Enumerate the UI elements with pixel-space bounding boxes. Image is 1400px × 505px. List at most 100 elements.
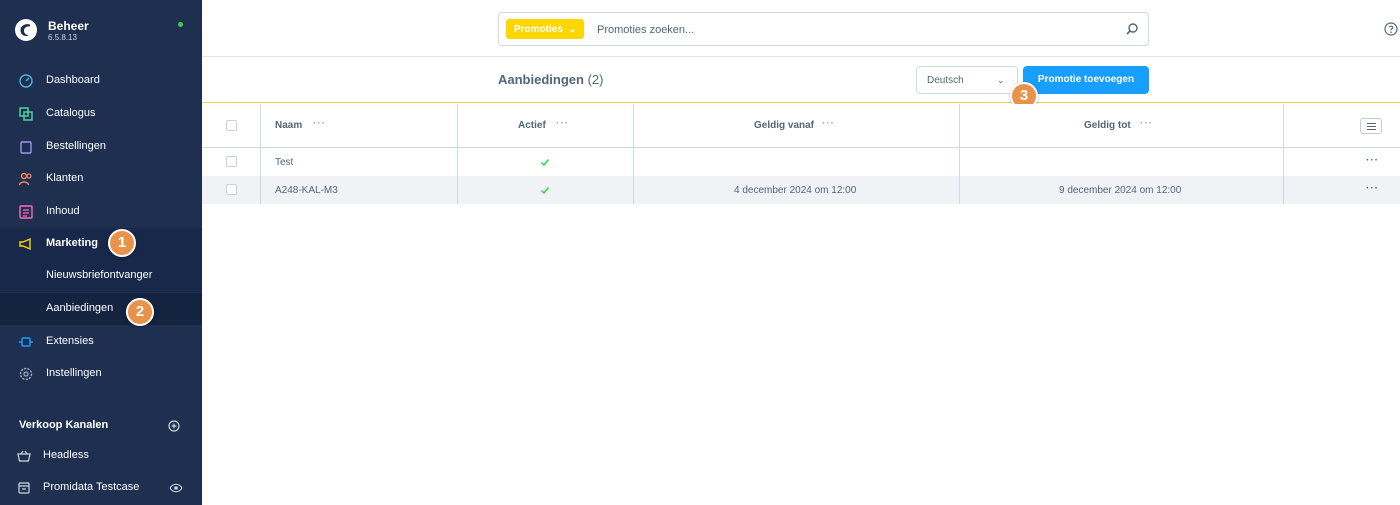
sidebar-item-label: Instellingen <box>46 367 102 379</box>
menu-icon <box>1367 123 1376 130</box>
row-select-cell <box>202 176 261 204</box>
sidebar-item-catalogus[interactable]: Catalogus <box>0 98 202 130</box>
cell-text: Test <box>275 157 294 168</box>
megaphone-icon <box>19 237 31 251</box>
cell-text: 9 december 2024 om 12:00 <box>1059 185 1182 196</box>
cell-text: A248-KAL-M3 <box>275 185 338 196</box>
column-menu-icon[interactable]: ··· <box>313 118 326 129</box>
eye-icon[interactable] <box>169 482 183 494</box>
language-select-value: Deutsch <box>927 75 964 86</box>
sidebar-item-nieuwsbriefontvanger[interactable]: Nieuwsbriefontvanger <box>0 260 202 292</box>
language-select[interactable]: Deutsch ⌄ <box>916 66 1018 94</box>
page-title-count: (2) <box>587 72 604 87</box>
help-icon[interactable] <box>1384 22 1398 36</box>
column-header-geldig-tot[interactable]: Geldig tot ··· <box>960 104 1284 148</box>
table-row[interactable]: A248-KAL-M3 4 december 2024 om 12:00 9 d… <box>202 176 1400 204</box>
sidebar-item-label: Klanten <box>46 172 84 184</box>
step-badge-1: 1 <box>108 229 136 257</box>
cell-actief <box>458 148 634 176</box>
sidebar-item-bestellingen[interactable]: Bestellingen <box>0 131 202 163</box>
plug-icon <box>19 337 33 347</box>
gear-icon <box>19 367 33 381</box>
cell-geldig-tot: 9 december 2024 om 12:00 <box>960 176 1284 204</box>
global-search[interactable]: Promoties ⌄ <box>498 12 1149 46</box>
column-header-geldig-vanaf[interactable]: Geldig vanaf ··· <box>634 104 960 148</box>
brand-version: 6.5.8.13 <box>48 33 77 42</box>
sales-channel-headless[interactable]: Headless <box>0 441 202 471</box>
add-promotion-button[interactable]: Promotie toevoegen <box>1023 66 1149 94</box>
content-icon <box>19 205 33 219</box>
shopware-logo-icon <box>15 19 37 41</box>
cell-geldig-tot <box>960 148 1284 176</box>
sidebar-item-label: Inhoud <box>46 205 80 217</box>
column-header-actief[interactable]: Actief ··· <box>458 104 634 148</box>
chevron-down-icon: ⌄ <box>568 24 577 34</box>
sales-channels-title: Verkoop Kanalen <box>19 419 109 431</box>
smart-bar: Aanbiedingen (2) Deutsch ⌄ Promotie toev… <box>202 57 1400 110</box>
column-menu-icon[interactable]: ··· <box>1140 118 1153 129</box>
users-icon <box>18 172 32 186</box>
bag-icon <box>20 141 32 154</box>
sidebar-item-instellingen[interactable]: Instellingen <box>0 358 202 390</box>
sidebar-item-extensies[interactable]: Extensies <box>0 326 202 358</box>
sidebar-item-inhoud[interactable]: Inhoud <box>0 196 202 228</box>
sidebar-item-klanten[interactable]: Klanten <box>0 163 202 195</box>
column-label: Naam <box>275 120 303 131</box>
sidebar: Beheer 6.5.8.13 Dashboard Catalogus Best… <box>0 0 202 505</box>
table-row[interactable]: Test ··· <box>202 148 1400 176</box>
column-label: Geldig vanaf <box>754 120 815 131</box>
sales-channel-label: Headless <box>43 449 89 461</box>
storefront-icon <box>18 482 30 494</box>
row-actions-icon[interactable]: ··· <box>1366 183 1379 194</box>
sidebar-item-dashboard[interactable]: Dashboard <box>0 65 202 97</box>
basket-icon <box>17 450 31 462</box>
column-label: Geldig tot <box>1084 120 1131 131</box>
sidebar-item-label: Aanbiedingen <box>46 302 114 314</box>
select-all-checkbox[interactable] <box>226 120 237 131</box>
cell-geldig-vanaf <box>634 148 960 176</box>
sidebar-item-label: Dashboard <box>46 74 100 86</box>
select-all-cell <box>202 104 261 148</box>
step-badge-2: 2 <box>126 298 154 326</box>
sidebar-item-label: Bestellingen <box>46 140 106 152</box>
row-checkbox[interactable] <box>226 184 237 195</box>
brand-name: Beheer <box>48 19 89 33</box>
column-menu-icon[interactable]: ··· <box>822 118 835 129</box>
sidebar-item-label: Marketing <box>46 237 98 249</box>
search-icon[interactable] <box>1125 22 1139 36</box>
sales-channel-label: Promidata Testcase <box>43 481 140 493</box>
search-type-selector[interactable]: Promoties ⌄ <box>506 19 585 39</box>
page-title: Aanbiedingen (2) <box>498 72 603 87</box>
column-menu-icon[interactable]: ··· <box>556 118 569 129</box>
products-icon <box>19 107 33 121</box>
cell-naam: A248-KAL-M3 <box>261 176 458 204</box>
chevron-down-icon: ⌄ <box>997 75 1005 85</box>
row-checkbox[interactable] <box>226 156 237 167</box>
row-select-cell <box>202 148 261 176</box>
check-icon <box>540 159 550 167</box>
sidebar-item-label: Nieuwsbriefontvanger <box>46 269 153 281</box>
sales-channel-promidata[interactable]: Promidata Testcase <box>0 473 202 503</box>
page-title-text: Aanbiedingen <box>498 72 584 87</box>
cell-actief <box>458 176 634 204</box>
search-type-label: Promoties <box>514 24 563 35</box>
sidebar-item-label: Extensies <box>46 335 94 347</box>
add-channel-icon[interactable] <box>168 420 180 432</box>
gauge-icon <box>19 74 33 88</box>
grid-settings-button[interactable] <box>1360 118 1382 134</box>
column-header-naam[interactable]: Naam ··· <box>261 104 458 148</box>
check-icon <box>540 187 550 195</box>
brand[interactable]: Beheer 6.5.8.13 <box>0 0 202 58</box>
search-input[interactable] <box>597 21 1097 39</box>
sidebar-item-marketing[interactable]: Marketing <box>0 228 202 260</box>
sidebar-item-label: Catalogus <box>46 107 96 119</box>
top-bar: Promoties ⌄ <box>202 0 1400 57</box>
cell-text: 4 december 2024 om 12:00 <box>734 185 857 196</box>
column-label: Actief <box>518 120 546 131</box>
status-dot <box>178 22 183 27</box>
cell-naam: Test <box>261 148 458 176</box>
cell-geldig-vanaf: 4 december 2024 om 12:00 <box>634 176 960 204</box>
row-actions-icon[interactable]: ··· <box>1366 155 1379 166</box>
table-header: Naam ··· Actief ··· Geldig vanaf ··· Gel… <box>202 104 1400 148</box>
sidebar-item-aanbiedingen[interactable]: Aanbiedingen <box>0 293 202 325</box>
